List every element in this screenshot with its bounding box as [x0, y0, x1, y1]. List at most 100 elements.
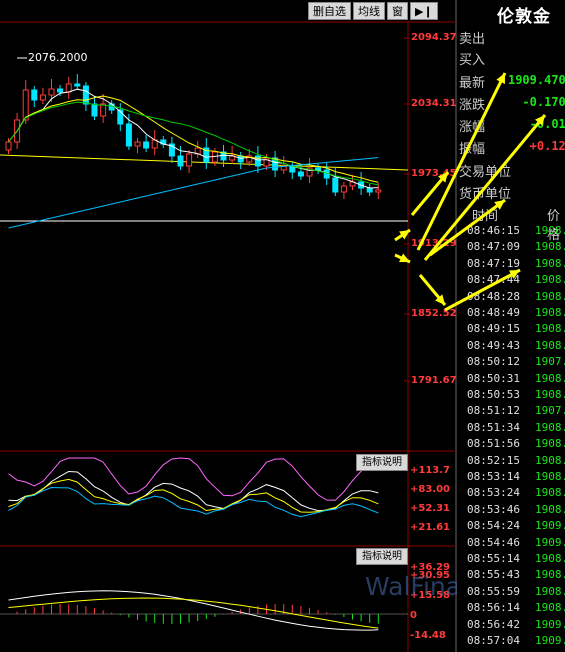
ma20-line: [8, 101, 379, 186]
candle-body: [186, 153, 193, 167]
change-label: 涨跌: [459, 98, 486, 113]
tick-time: 08:48:28: [467, 289, 520, 303]
amplitude-label: 振幅: [459, 142, 486, 157]
tick-row: 08:53:14 1908.: [457, 470, 565, 488]
tick-row: 08:51:56 1908.: [457, 437, 565, 455]
tick-price: 1909.: [535, 519, 565, 533]
ma10-line: [8, 95, 379, 183]
indicator2-axis-label: -14.48: [410, 630, 446, 641]
y-axis-label: 2034.311: [411, 98, 464, 109]
tick-time: 08:47:19: [467, 256, 520, 270]
tick-time: 08:46:15: [467, 224, 520, 237]
candle-body: [39, 94, 46, 101]
tick-row: 08:55:59 1908.: [457, 585, 565, 603]
tick-row: 08:54:46 1909.: [457, 536, 565, 554]
candle-body: [48, 88, 55, 96]
candle-body: [315, 167, 322, 171]
candle-body: [134, 141, 141, 147]
macd-dif-line: [8, 590, 379, 631]
tick-time: 08:47:09: [467, 240, 520, 254]
latest-value: 1909.4700: [507, 73, 565, 87]
tick-price: 1907.: [535, 404, 565, 418]
tick-time: 08:55:59: [467, 584, 520, 598]
tick-time: 08:50:53: [467, 388, 520, 401]
tick-price: 1909.: [535, 535, 565, 549]
tick-time: 08:50:12: [467, 355, 520, 369]
candle-body: [375, 189, 382, 193]
change-pct-label: 涨幅: [459, 120, 486, 135]
candle-body: [22, 89, 29, 121]
tick-price: 1908.: [535, 437, 565, 451]
tick-price: 1908.: [535, 306, 565, 319]
candle-body: [65, 83, 72, 93]
ma5-line: [8, 88, 379, 189]
tick-row: 08:51:12 1907.: [457, 404, 565, 422]
candle-body: [366, 187, 373, 193]
tick-time: 08:47:44: [467, 273, 520, 287]
tick-row: 08:54:24 1909.: [457, 519, 565, 537]
indicator1-axis-label: +52.31: [410, 503, 451, 514]
tick-row: 08:47:09 1908.: [457, 240, 565, 258]
tick-price: 1908.: [535, 256, 565, 270]
y-axis-label: 1913.298: [411, 238, 464, 249]
tick-price: 1908.: [535, 601, 565, 615]
tick-row: 08:50:12 1907.: [457, 355, 565, 373]
candle-body: [177, 155, 184, 167]
candle-body: [143, 141, 150, 149]
tick-row: 08:53:46 1908.: [457, 503, 565, 521]
indicator-help-button[interactable]: 指标说明: [356, 454, 408, 471]
indicator2-axis-label: 0: [410, 610, 417, 621]
tick-price: 1908.: [535, 470, 565, 483]
average-line-button[interactable]: 均线: [353, 2, 385, 20]
tick-row: 08:55:14 1908.: [457, 552, 565, 570]
y-axis-label: 2094.378: [411, 32, 464, 43]
trade-unit-label: 交易单位: [459, 165, 512, 180]
tick-price: 1907.: [535, 355, 565, 369]
tick-row: 08:49:15 1908.: [457, 322, 565, 340]
tick-row: 08:48:28 1908.: [457, 290, 565, 308]
currency-unit-label: 货币单位: [459, 187, 512, 202]
indicator-help-button-2[interactable]: 指标说明: [356, 548, 408, 565]
tick-time: 08:55:14: [467, 552, 520, 565]
tick-time: 08:48:49: [467, 306, 520, 319]
tick-row: 08:50:31 1908.: [457, 372, 565, 390]
tick-row: 08:49:43 1908.: [457, 339, 565, 357]
sell-label: 卖出: [459, 32, 486, 47]
time-header: 时间: [472, 209, 499, 224]
tick-row: 08:57:04 1909.: [457, 634, 565, 652]
tick-time: 08:56:14: [467, 601, 520, 615]
tick-price: 1908.: [535, 224, 565, 237]
delete-watchlist-button[interactable]: 删自选: [308, 2, 351, 20]
candle-body: [57, 88, 64, 93]
candle-body: [31, 89, 38, 101]
tick-row: 08:50:53 1908.: [457, 388, 565, 406]
tick-time: 08:53:24: [467, 486, 520, 500]
tick-time: 08:51:56: [467, 437, 520, 451]
tick-time: 08:54:46: [467, 535, 520, 549]
tick-price: 1909.: [535, 617, 565, 631]
candle-body: [340, 185, 347, 193]
tick-time: 08:53:46: [467, 502, 520, 516]
window-button[interactable]: 窗: [387, 2, 408, 20]
high-price-label: 2076.2000: [28, 51, 88, 64]
candle-body: [91, 103, 98, 117]
quote-panel: 伦敦金 卖出 买入 最新 1909.4700 涨跌 -0.1700 涨幅 -0.…: [457, 0, 565, 652]
play-icon[interactable]: ▶❙: [410, 2, 438, 20]
indicator1-axis-label: +83.00: [410, 484, 451, 495]
y-axis-label: 1791.671: [411, 375, 464, 386]
tick-row: 08:52:15 1908.: [457, 454, 565, 472]
tick-time: 08:54:24: [467, 519, 520, 533]
tick-price: 1908.: [535, 486, 565, 500]
tick-time: 08:52:15: [467, 453, 520, 467]
tick-price: 1908.: [535, 453, 565, 467]
tick-row: 08:56:42 1909.: [457, 618, 565, 636]
candle-body: [74, 83, 81, 87]
tick-price: 1908.: [535, 338, 565, 352]
y-axis-label: 1973.453: [411, 168, 464, 179]
tick-price: 1908.: [535, 568, 565, 582]
candle-body: [297, 171, 304, 177]
candle-body: [237, 155, 244, 163]
tick-time: 08:51:34: [467, 420, 520, 434]
tick-price: 1908.: [535, 322, 565, 336]
tick-price: 1908.: [535, 552, 565, 565]
